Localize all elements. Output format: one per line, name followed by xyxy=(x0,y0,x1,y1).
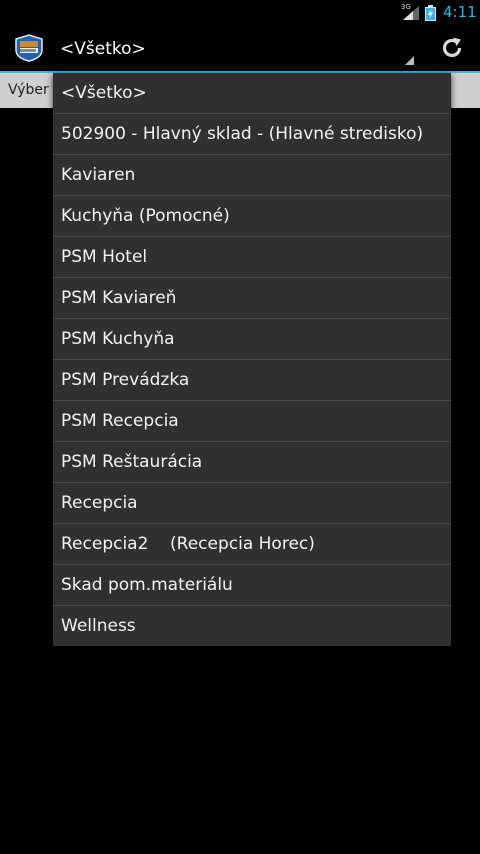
status-bar: 3G 4:11 xyxy=(0,0,480,25)
dropdown-item[interactable]: 502900 - Hlavný sklad - (Hlavné stredisk… xyxy=(53,114,451,155)
dropdown-item[interactable]: Kaviaren xyxy=(53,155,451,196)
spinner-arrow-icon xyxy=(405,56,414,65)
dropdown-item[interactable]: PSM Reštaurácia xyxy=(53,442,451,483)
dropdown-item[interactable]: Recepcia xyxy=(53,483,451,524)
action-bar: <Všetko> xyxy=(0,25,480,73)
dropdown-item[interactable]: PSM Recepcia xyxy=(53,401,451,442)
location-spinner[interactable]: <Všetko> xyxy=(52,31,420,69)
app-logo-icon[interactable] xyxy=(12,34,46,62)
signal-icon xyxy=(403,6,419,20)
spinner-dropdown-list: <Všetko> 502900 - Hlavný sklad - (Hlavné… xyxy=(53,73,451,646)
dropdown-item[interactable]: PSM Prevádzka xyxy=(53,360,451,401)
dropdown-item[interactable]: Recepcia2 (Recepcia Horec) xyxy=(53,524,451,565)
dropdown-item[interactable]: PSM Kaviareň xyxy=(53,278,451,319)
battery-icon xyxy=(425,5,436,21)
dropdown-item[interactable]: PSM Hotel xyxy=(53,237,451,278)
spinner-selected-value: <Všetko> xyxy=(60,39,146,59)
dropdown-item[interactable]: <Všetko> xyxy=(53,73,451,114)
dropdown-item[interactable]: Wellness xyxy=(53,606,451,646)
dropdown-item[interactable]: PSM Kuchyňa xyxy=(53,319,451,360)
dropdown-item[interactable]: Kuchyňa (Pomocné) xyxy=(53,196,451,237)
refresh-icon[interactable] xyxy=(440,36,464,60)
clock: 4:11 xyxy=(443,3,477,21)
dropdown-item[interactable]: Skad pom.materiálu xyxy=(53,565,451,606)
